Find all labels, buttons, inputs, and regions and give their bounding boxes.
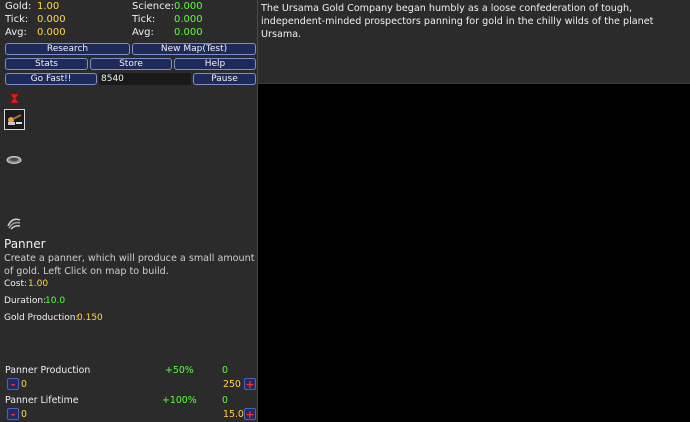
cost-label: Cost: (4, 279, 28, 289)
science-value: 0.000 (174, 1, 203, 12)
upgrade-name: Panner Lifetime (5, 395, 79, 406)
store-button[interactable]: Store (90, 58, 172, 70)
science-avg-value: 0.000 (174, 27, 203, 38)
upgrade-plus-button[interactable]: + (244, 408, 256, 420)
gold-value: 1.00 (37, 1, 60, 12)
help-button[interactable]: Help (174, 58, 256, 70)
upgrade-bonus: +100% (162, 395, 197, 406)
new-map-button[interactable]: New Map(Test) (132, 43, 256, 55)
upgrade-plus-button[interactable]: + (244, 378, 256, 390)
duration-label: Duration: (4, 296, 47, 306)
upgrade-name: Panner Production (5, 365, 91, 376)
building-title: Panner (4, 237, 46, 251)
gold-production-value: 0.150 (77, 313, 103, 323)
research-button[interactable]: Research (5, 43, 130, 55)
pickaxe-panner-icon[interactable] (4, 109, 25, 130)
tick-label: Tick: (5, 14, 29, 25)
tick-value: 0.000 (37, 14, 66, 25)
upgrade-level: 0 (222, 395, 228, 406)
story-text: The Ursama Gold Company began humbly as … (258, 0, 690, 84)
stats-button[interactable]: Stats (5, 58, 88, 70)
game-map[interactable] (258, 84, 690, 422)
building-description: Create a panner, which will produce a sm… (4, 253, 255, 277)
pause-button[interactable]: Pause (193, 73, 256, 85)
cost-value: 1.00 (28, 279, 49, 289)
close-marker-icon[interactable] (9, 93, 20, 104)
science-label: Science: (132, 1, 175, 12)
avg-value: 0.000 (37, 27, 66, 38)
upgrade-minus-button[interactable]: - (7, 378, 19, 390)
upgrade-level: 0 (222, 365, 228, 376)
sluice-icon[interactable] (6, 214, 22, 230)
upgrade-cost: 15.0 (223, 409, 244, 420)
speed-value-field[interactable]: 8540 (99, 73, 191, 85)
duration-value: 10.0 (45, 296, 66, 306)
gold-label: Gold: (5, 1, 32, 12)
science-tick-value: 0.000 (174, 14, 203, 25)
upgrade-left-value: 0 (21, 379, 27, 390)
upgrade-left-value: 0 (21, 409, 27, 420)
upgrade-cost: 250 (223, 379, 241, 390)
science-avg-label: Avg: (132, 27, 154, 38)
upgrade-bonus: +50% (165, 365, 194, 376)
science-tick-label: Tick: (132, 14, 156, 25)
left-panel: Gold: 1.00 Tick: 0.000 Avg: 0.000 Scienc… (0, 0, 258, 422)
upgrade-minus-button[interactable]: - (7, 408, 19, 420)
pan-icon[interactable] (6, 155, 22, 165)
go-fast-button[interactable]: Go Fast!! (5, 73, 97, 85)
avg-label: Avg: (5, 27, 27, 38)
gold-production-label: Gold Production: (4, 313, 79, 323)
